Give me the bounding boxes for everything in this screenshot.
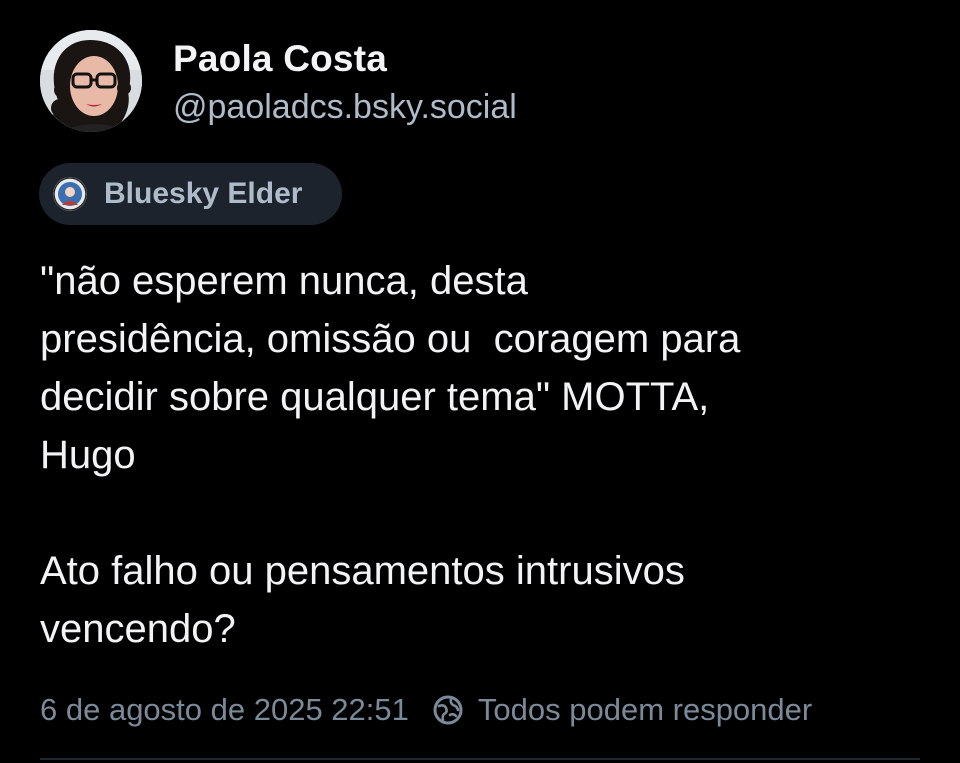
- badge-label: Bluesky Elder: [104, 177, 303, 210]
- post-timestamp: 6 de agosto de 2025 22:51: [40, 692, 409, 727]
- post-body-text: "não esperem nunca, desta presidência, o…: [40, 259, 741, 651]
- elder-badge-icon: [53, 177, 87, 211]
- reply-setting-label[interactable]: Todos podem responder: [478, 692, 812, 728]
- elder-badge[interactable]: Bluesky Elder: [39, 163, 342, 225]
- author-handle[interactable]: @paoladcs.bsky.social: [173, 88, 517, 127]
- author-avatar[interactable]: [40, 30, 142, 132]
- divider: [40, 758, 920, 760]
- post-detail: Paola Costa @paoladcs.bsky.social Bluesk…: [0, 0, 960, 763]
- globe-icon: [431, 693, 465, 727]
- avatar-photo-icon: [40, 30, 142, 132]
- author-display-name[interactable]: Paola Costa: [173, 38, 387, 80]
- post-meta: 6 de agosto de 2025 22:51 Todos podem re…: [40, 690, 812, 730]
